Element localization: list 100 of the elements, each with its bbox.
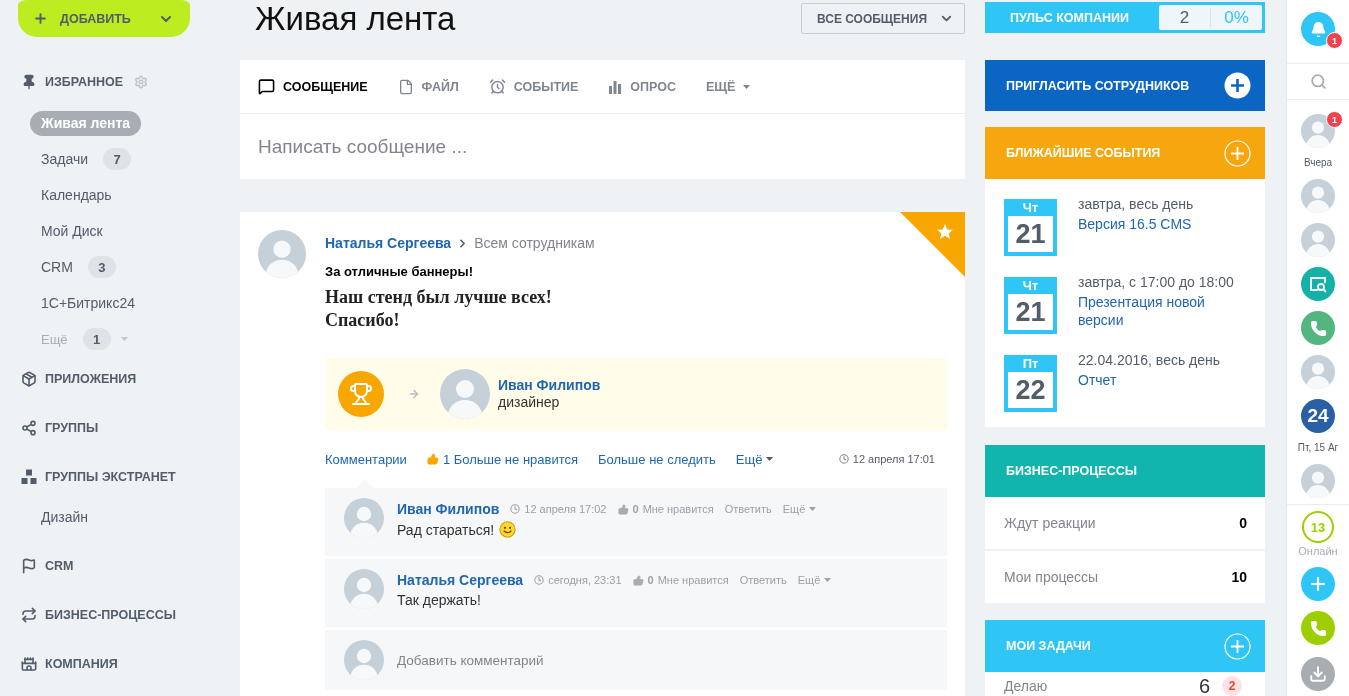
nav-link[interactable]: Мой Диск — [30, 218, 114, 244]
phone-icon[interactable] — [1301, 611, 1335, 645]
package-icon — [21, 370, 37, 387]
clock-icon — [534, 575, 545, 585]
comment-time: 12 апреля 17:02 — [524, 503, 607, 515]
event-link[interactable]: Отчет — [1078, 371, 1246, 389]
comment-text: Рад стараться! — [397, 521, 495, 538]
row-value: 10 — [1231, 569, 1247, 585]
avatar[interactable] — [1301, 179, 1335, 213]
row-label: Ждут реакции — [1004, 514, 1096, 533]
author-link[interactable]: Наталья Сергеева — [397, 572, 524, 588]
process-row[interactable]: Мои процессы 10 — [985, 549, 1265, 603]
row-label: Мои процессы — [1004, 568, 1099, 587]
post-time: 12 апреля 17:01 — [852, 453, 935, 465]
audience-label: Всем сотрудникам — [474, 235, 595, 251]
composer-tab[interactable]: ФАЙЛ — [397, 78, 459, 95]
clock-icon — [510, 504, 521, 514]
download-icon[interactable] — [1301, 657, 1335, 691]
plus-icon[interactable] — [1224, 72, 1251, 99]
invite-title: ПРИГЛАСИТЬ СОТРУДНИКОВ — [1006, 78, 1190, 93]
bell-icon[interactable] — [1301, 12, 1335, 46]
day-number: 21 — [1008, 216, 1053, 252]
nav-section[interactable]: КОМПАНИЯ — [21, 655, 118, 672]
nav-link[interactable]: 1С+Битрикс24 — [30, 290, 146, 316]
event-time: завтра, с 17:00 до 18:00 — [1078, 273, 1235, 292]
clock-icon — [838, 454, 849, 464]
row-value: 6 — [1198, 676, 1210, 696]
notification-badge: 1 — [1326, 111, 1343, 128]
pulse-count: 2 — [1159, 7, 1211, 28]
author-link[interactable]: Наталья Сергеева — [325, 235, 452, 251]
speech-bubble-icon — [258, 78, 275, 95]
composer-tab[interactable]: ЕЩЁ — [706, 79, 751, 94]
event-link[interactable]: Версия 16.5 CMS — [1078, 215, 1246, 233]
nav-section[interactable]: ГРУППЫ — [21, 419, 99, 436]
recipient-position: дизайнер — [498, 394, 561, 411]
composer-tab[interactable]: СОБЫТИЕ — [488, 78, 579, 95]
nav-section[interactable]: CRM — [21, 557, 74, 574]
composer-tab[interactable]: ОПРОС — [608, 79, 676, 94]
app-logo[interactable]: 24 — [1301, 399, 1335, 433]
weekday: Пт — [1021, 355, 1040, 372]
widget-title: МОИ ЗАДАЧИ — [1006, 639, 1091, 653]
comment-field[interactable]: Добавить комментарий — [325, 630, 947, 690]
weekday: Чт — [1021, 199, 1040, 216]
arrow-icon — [408, 388, 420, 400]
unfollow-link[interactable]: Больше не следить — [598, 451, 716, 467]
notification-badge: 1 — [1326, 32, 1343, 49]
day-number: 22 — [1008, 372, 1053, 408]
more-link[interactable]: Ещё — [735, 451, 774, 467]
composer-tab[interactable]: СООБЩЕНИЕ — [258, 78, 368, 95]
avatar[interactable] — [1301, 223, 1335, 257]
settings-icon[interactable] — [134, 75, 149, 89]
nav-link[interactable]: Задачи — [30, 146, 99, 172]
nav-section[interactable]: БИЗНЕС-ПРОЦЕССЫ — [21, 606, 176, 623]
castle-icon — [21, 655, 37, 672]
widget-title: БЛИЖАЙШИЕ СОБЫТИЯ — [1006, 146, 1161, 160]
avatar — [344, 498, 384, 538]
avatar — [344, 640, 384, 680]
comment-input[interactable]: Добавить комментарий — [397, 649, 928, 671]
filter-dropdown[interactable]: ВСЕ СООБЩЕНИЯ — [801, 3, 965, 34]
task-row[interactable]: Делаю 6 2 — [985, 672, 1265, 696]
event-link[interactable]: Презентация новой версии — [1078, 293, 1246, 329]
favorite-corner[interactable] — [900, 212, 965, 277]
nav-section[interactable]: ПРИЛОЖЕНИЯ — [21, 370, 137, 387]
nav-link[interactable]: Календарь — [30, 182, 123, 208]
process-row[interactable]: Ждут реакции 0 — [985, 497, 1265, 549]
message-input[interactable]: Написать сообщение ... — [258, 131, 947, 162]
weekday: Чт — [1021, 277, 1040, 294]
author-link[interactable]: Иван Филипов — [397, 501, 500, 517]
avatar[interactable] — [1301, 114, 1335, 148]
comments-link[interactable]: Комментарии — [325, 451, 407, 467]
star-icon — [937, 224, 953, 239]
nav-link[interactable]: CRM — [30, 254, 84, 280]
date-label: Вчера — [1303, 157, 1333, 169]
avatar[interactable] — [1301, 355, 1335, 389]
add-button[interactable]: ДОБАВИТЬ — [18, 0, 190, 37]
row-value: 0 — [1239, 515, 1247, 531]
avatar[interactable] — [1301, 464, 1335, 498]
like-button[interactable]: 1 Больше не нравится — [426, 451, 579, 467]
nav-section[interactable]: ГРУППЫ ЭКСТРАНЕТ — [21, 468, 176, 485]
nav-section[interactable]: ИЗБРАННОЕ — [21, 74, 124, 90]
recipient-link[interactable]: Иван Филипов — [498, 377, 601, 393]
screen-search-icon[interactable] — [1301, 267, 1335, 301]
caret-icon — [824, 578, 832, 582]
invite-bar[interactable]: ПРИГЛАСИТЬ СОТРУДНИКОВ — [985, 60, 1265, 111]
alarm-clock-icon — [488, 78, 506, 95]
nav-link[interactable]: Дизайн — [41, 509, 89, 525]
arrows-loop-icon — [21, 606, 37, 623]
comment-time: сегодня, 23:31 — [548, 574, 622, 586]
count-badge: 1 — [82, 328, 111, 350]
pulse-title: ПУЛЬС КОМПАНИИ — [1010, 10, 1129, 25]
share-icon — [21, 419, 37, 436]
post-title: За отличные баннеры! — [325, 264, 473, 280]
event-time: 22.04.2016, весь день — [1078, 351, 1222, 370]
avatar — [258, 230, 306, 278]
phone-icon[interactable] — [1301, 311, 1335, 345]
pulse-bar[interactable]: ПУЛЬС КОМПАНИИ 2 0% — [985, 2, 1265, 33]
search-icon[interactable] — [1309, 73, 1327, 90]
trophy-icon — [338, 371, 384, 417]
avatar — [440, 369, 490, 419]
widget-title: БИЗНЕС-ПРОЦЕССЫ — [1006, 464, 1137, 478]
